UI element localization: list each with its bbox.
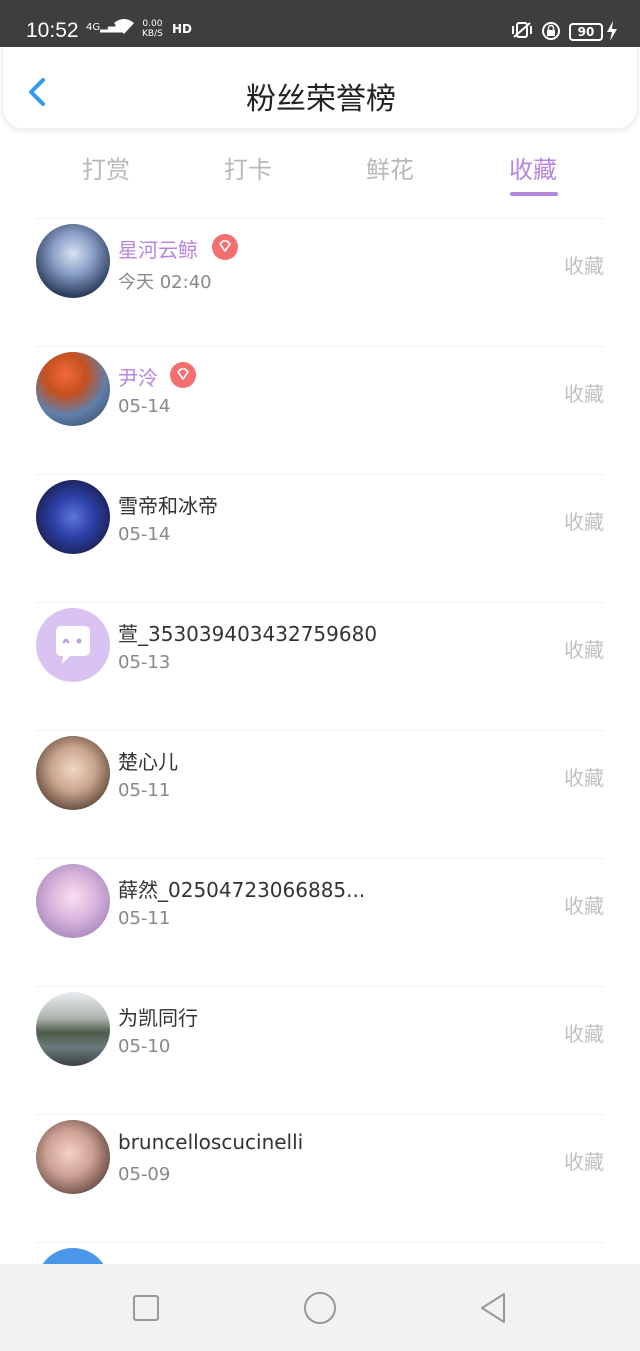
divider — [36, 1242, 604, 1243]
favorite-label: 收藏 — [564, 894, 604, 918]
recent-apps-button[interactable] — [126, 1288, 166, 1328]
favorite-date: 05-09 — [118, 1164, 171, 1185]
divider — [36, 1114, 604, 1115]
user-name: 为凯同行 — [118, 1006, 198, 1030]
diamond-badge-icon — [212, 234, 238, 260]
system-nav-bar — [0, 1264, 640, 1351]
favorite-date: 05-11 — [118, 908, 171, 929]
circle-icon — [304, 1292, 336, 1324]
favorite-date: 05-10 — [118, 1036, 171, 1057]
rotation-lock-icon — [541, 21, 561, 45]
user-name: 楚心儿 — [118, 750, 178, 774]
tab-bar: 打赏 打卡 鲜花 收藏 — [0, 140, 640, 200]
tab-favorites[interactable]: 收藏 — [488, 150, 578, 185]
favorite-label: 收藏 — [564, 766, 604, 790]
favorite-date: 今天 02:40 — [118, 272, 212, 293]
avatar[interactable] — [36, 736, 110, 810]
divider — [36, 730, 604, 731]
divider — [36, 218, 604, 219]
favorite-label: 收藏 — [564, 1150, 604, 1174]
user-name: 薛然_02504723066885... — [118, 878, 366, 902]
user-name: 星河云鲸 — [118, 238, 198, 262]
square-icon — [133, 1295, 159, 1321]
divider — [36, 602, 604, 603]
header: 粉丝荣誉榜 — [2, 47, 638, 129]
favorite-date: 05-14 — [118, 524, 171, 545]
status-bar: 10:52 4G▂▄▆ 0.00 KB/S HD 90 — [0, 0, 640, 47]
avatar[interactable] — [36, 1120, 110, 1194]
fan-list: 星河云鲸 今天 02:40 收藏 尹泠 05-14 收藏 雪帝和冰帝 05-14… — [0, 218, 640, 1351]
list-item[interactable]: bruncelloscucinelli 05-09 收藏 — [0, 1114, 640, 1242]
favorite-label: 收藏 — [564, 1022, 604, 1046]
list-item[interactable]: 薛然_02504723066885... 05-11 收藏 — [0, 858, 640, 986]
diamond-badge-icon — [170, 362, 196, 388]
tab-active-indicator — [510, 192, 558, 196]
avatar[interactable] — [36, 480, 110, 554]
tab-checkin[interactable]: 打卡 — [203, 150, 293, 185]
favorite-label: 收藏 — [564, 382, 604, 406]
favorite-label: 收藏 — [564, 510, 604, 534]
avatar[interactable] — [36, 608, 110, 682]
vibrate-icon — [510, 21, 534, 43]
divider — [36, 858, 604, 859]
list-item[interactable]: 雪帝和冰帝 05-14 收藏 — [0, 474, 640, 602]
avatar[interactable] — [36, 992, 110, 1066]
tab-reward[interactable]: 打赏 — [61, 150, 151, 185]
favorite-label: 收藏 — [564, 638, 604, 662]
net-speed: 0.00 KB/S — [142, 19, 163, 39]
favorite-date: 05-13 — [118, 652, 171, 673]
divider — [36, 986, 604, 987]
divider — [36, 346, 604, 347]
chat-bubble-icon — [56, 626, 90, 664]
list-item[interactable]: 萱_353039403432759680 05-13 收藏 — [0, 602, 640, 730]
list-item[interactable]: 楚心儿 05-11 收藏 — [0, 730, 640, 858]
tab-flowers[interactable]: 鲜花 — [345, 150, 435, 185]
battery-icon: 90 — [569, 23, 603, 41]
avatar[interactable] — [36, 864, 110, 938]
home-button[interactable] — [300, 1288, 340, 1328]
wifi-icon — [113, 18, 135, 41]
user-name: 尹泠 — [118, 366, 158, 390]
status-time: 10:52 — [26, 19, 79, 42]
avatar[interactable] — [36, 224, 110, 298]
list-item[interactable]: 星河云鲸 今天 02:40 收藏 — [0, 218, 640, 346]
triangle-back-icon — [481, 1293, 505, 1323]
hd-icon: HD — [172, 22, 193, 36]
user-name: 萱_353039403432759680 — [118, 622, 378, 646]
divider — [36, 474, 604, 475]
favorite-label: 收藏 — [564, 254, 604, 278]
favorite-date: 05-14 — [118, 396, 171, 417]
list-item[interactable]: 为凯同行 05-10 收藏 — [0, 986, 640, 1114]
back-nav-button[interactable] — [474, 1288, 514, 1328]
user-name: bruncelloscucinelli — [118, 1130, 304, 1154]
favorite-date: 05-11 — [118, 780, 171, 801]
page-title: 粉丝荣誉榜 — [246, 82, 396, 117]
list-item[interactable]: 尹泠 05-14 收藏 — [0, 346, 640, 474]
charging-icon — [606, 21, 618, 45]
avatar[interactable] — [36, 352, 110, 426]
user-name: 雪帝和冰帝 — [118, 494, 218, 518]
